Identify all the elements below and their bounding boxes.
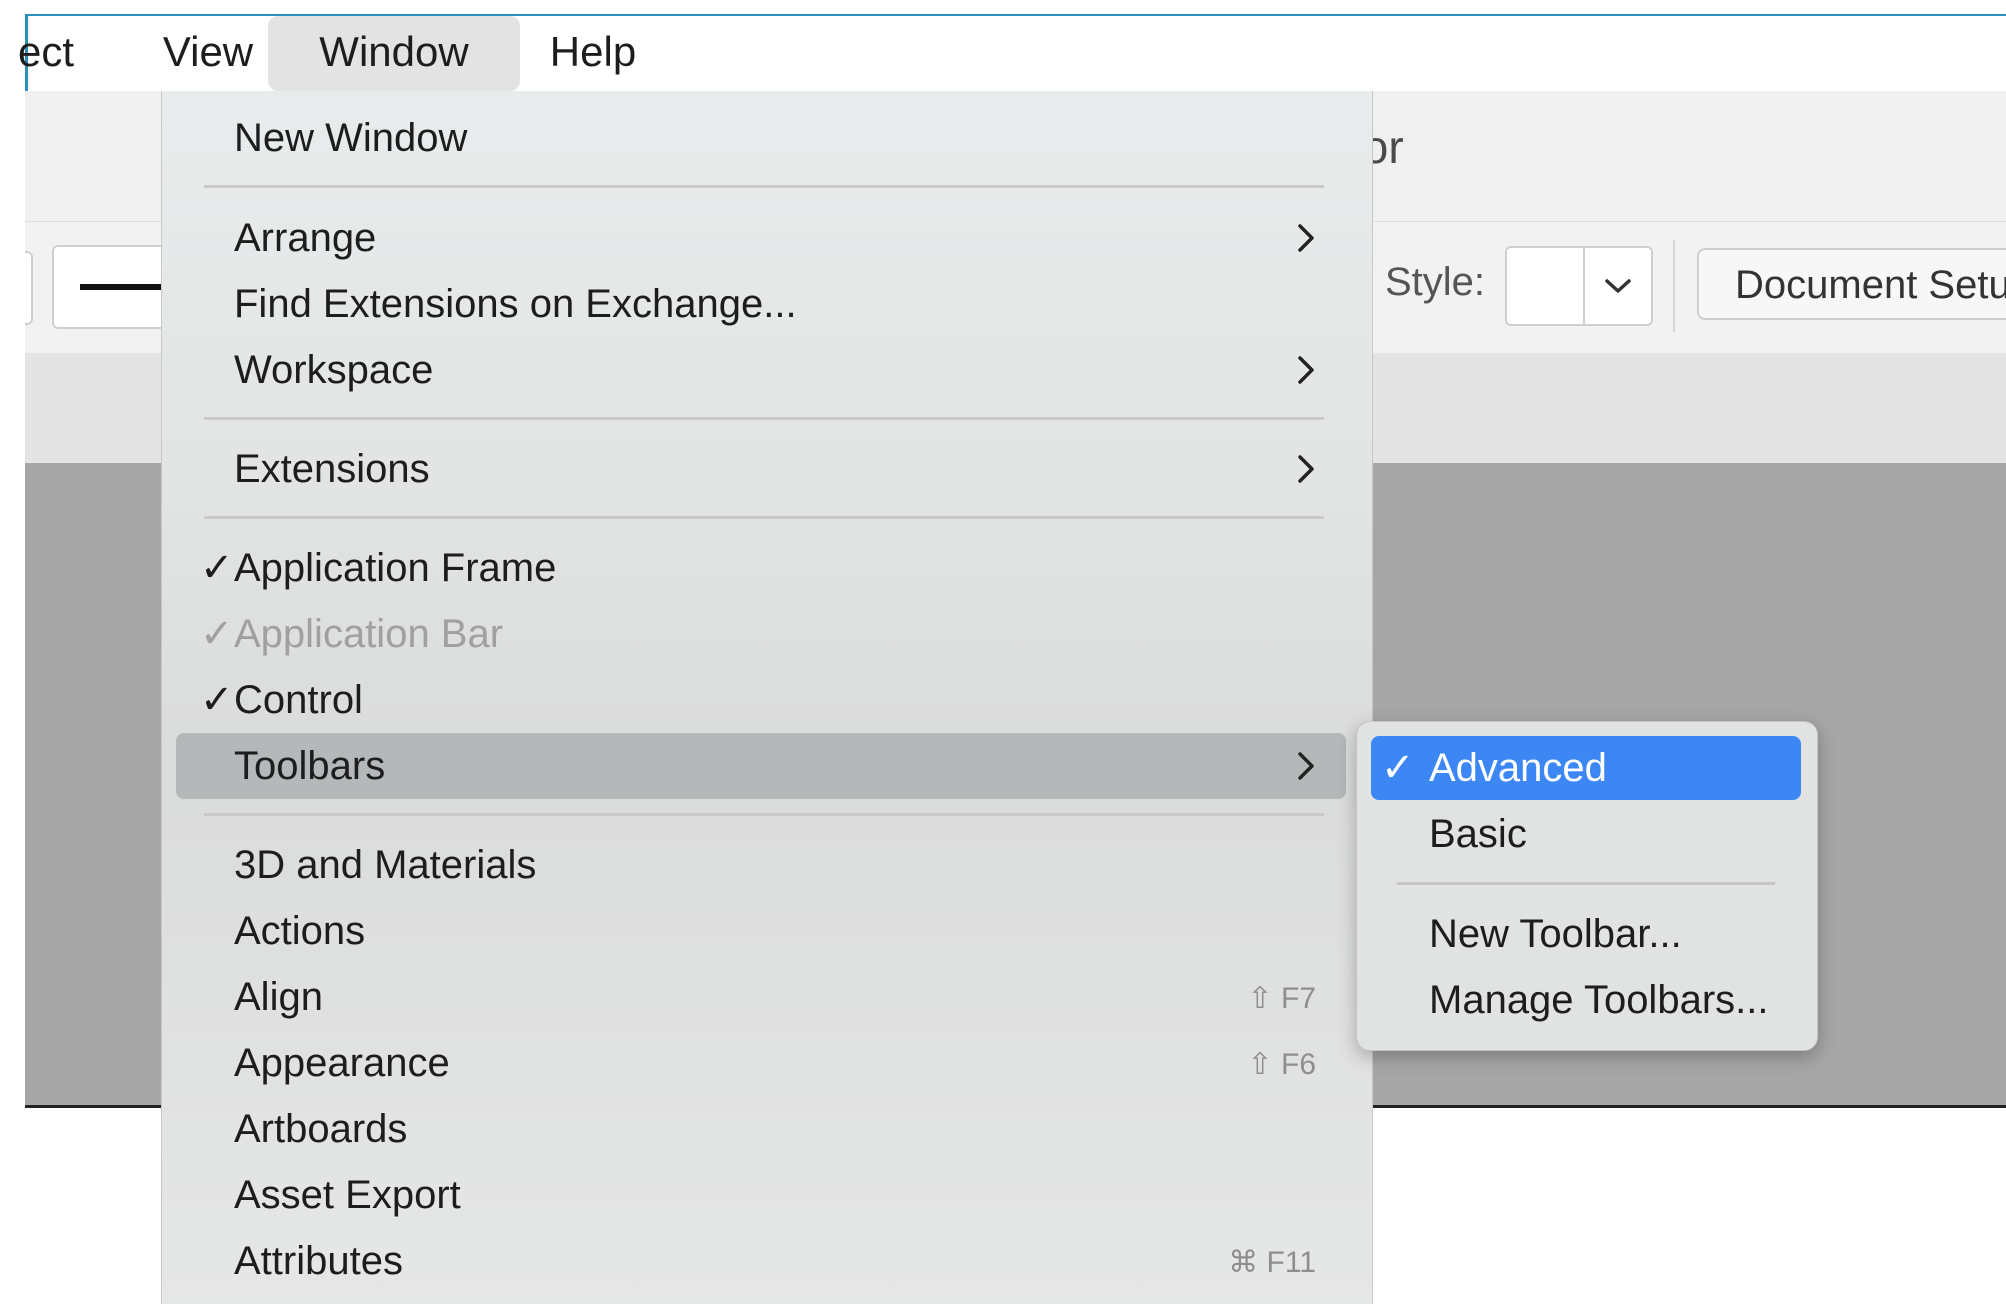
chevron-right-icon <box>1298 455 1314 483</box>
menu-item-asset-export[interactable]: Asset Export <box>176 1162 1346 1228</box>
menu-item-label: Arrange <box>234 216 377 260</box>
menu-item-label: Toolbars <box>234 744 386 788</box>
menu-item-workspace[interactable]: Workspace <box>176 337 1346 403</box>
menu-item-label: Align <box>234 975 323 1019</box>
menu-item-find-extensions[interactable]: Find Extensions on Exchange... <box>176 271 1346 337</box>
submenu-item-manage-toolbars[interactable]: Manage Toolbars... <box>1371 968 1801 1032</box>
menu-separator <box>204 813 1324 816</box>
menu-window[interactable]: Window <box>268 16 520 91</box>
chevron-down-icon <box>1605 279 1631 293</box>
menu-item-application-frame[interactable]: ✓ Application Frame <box>176 535 1346 601</box>
submenu-item-new-toolbar[interactable]: New Toolbar... <box>1371 902 1801 966</box>
submenu-item-label: Manage Toolbars... <box>1429 978 1769 1022</box>
menu-bar: ect View Window Help <box>18 14 2006 91</box>
control-divider <box>1673 240 1675 332</box>
document-setup-button[interactable]: Document Setu <box>1697 248 2006 320</box>
menu-item-label: 3D and Materials <box>234 843 537 887</box>
menu-item-actions[interactable]: Actions <box>176 898 1346 964</box>
menu-object[interactable]: ect <box>18 16 108 91</box>
menu-item-label: Asset Export <box>234 1173 461 1217</box>
style-dropdown-button[interactable] <box>1583 246 1653 326</box>
submenu-item-advanced[interactable]: ✓ Advanced <box>1371 736 1801 800</box>
chevron-right-icon <box>1298 356 1314 384</box>
menu-item-extensions[interactable]: Extensions <box>176 436 1346 502</box>
menu-item-label: Attributes <box>234 1239 403 1283</box>
submenu-item-basic[interactable]: Basic <box>1371 802 1801 866</box>
menu-item-toolbars[interactable]: Toolbars <box>176 733 1346 799</box>
chevron-right-icon <box>1298 224 1314 252</box>
menu-item-label: Application Bar <box>234 612 504 656</box>
toolbars-submenu: ✓ Advanced Basic New Toolbar... Manage T… <box>1356 721 1818 1051</box>
menu-item-appearance[interactable]: Appearance ⇧ F6 <box>176 1030 1346 1096</box>
menu-item-label: Workspace <box>234 348 434 392</box>
menu-separator <box>204 185 1324 188</box>
menu-separator <box>1397 882 1775 885</box>
menu-item-application-bar: ✓ Application Bar <box>176 601 1346 667</box>
menu-item-align[interactable]: Align ⇧ F7 <box>176 964 1346 1030</box>
control-field-left[interactable] <box>25 251 33 325</box>
submenu-item-label: Advanced <box>1429 746 1607 790</box>
menu-item-label: Application Frame <box>234 546 557 590</box>
style-label: Style: <box>1385 260 1486 304</box>
menu-item-label: Appearance <box>234 1041 450 1085</box>
menu-separator <box>204 516 1324 519</box>
submenu-item-label: New Toolbar... <box>1429 912 1682 956</box>
chevron-right-icon <box>1298 752 1314 780</box>
shortcut-label: ⇧ F6 <box>1247 1048 1316 1081</box>
menu-help[interactable]: Help <box>528 16 658 91</box>
menu-item-label: Extensions <box>234 447 430 491</box>
menu-item-label: Artboards <box>234 1107 408 1151</box>
menu-item-artboards[interactable]: Artboards <box>176 1096 1346 1162</box>
submenu-item-label: Basic <box>1429 812 1527 856</box>
menu-item-new-window[interactable]: New Window <box>176 105 1346 171</box>
menu-item-label: Find Extensions on Exchange... <box>234 282 797 326</box>
menu-item-3d-materials[interactable]: 3D and Materials <box>176 832 1346 898</box>
menu-item-label: Control <box>234 678 363 722</box>
style-swatch[interactable] <box>1505 246 1583 326</box>
menu-item-arrange[interactable]: Arrange <box>176 205 1346 271</box>
window-menu: New Window Arrange Find Extensions on Ex… <box>161 91 1373 1304</box>
shortcut-label: ⇧ F7 <box>1247 982 1316 1015</box>
menu-item-label: New Window <box>234 116 468 160</box>
menu-item-label: Actions <box>234 909 366 953</box>
menu-item-attributes[interactable]: Attributes ⌘ F11 <box>176 1228 1346 1294</box>
menu-item-control[interactable]: ✓ Control <box>176 667 1346 733</box>
menu-view[interactable]: View <box>143 16 273 91</box>
menu-separator <box>204 417 1324 420</box>
shortcut-label: ⌘ F11 <box>1228 1246 1316 1279</box>
checkmark-icon: ✓ <box>1381 746 1415 790</box>
